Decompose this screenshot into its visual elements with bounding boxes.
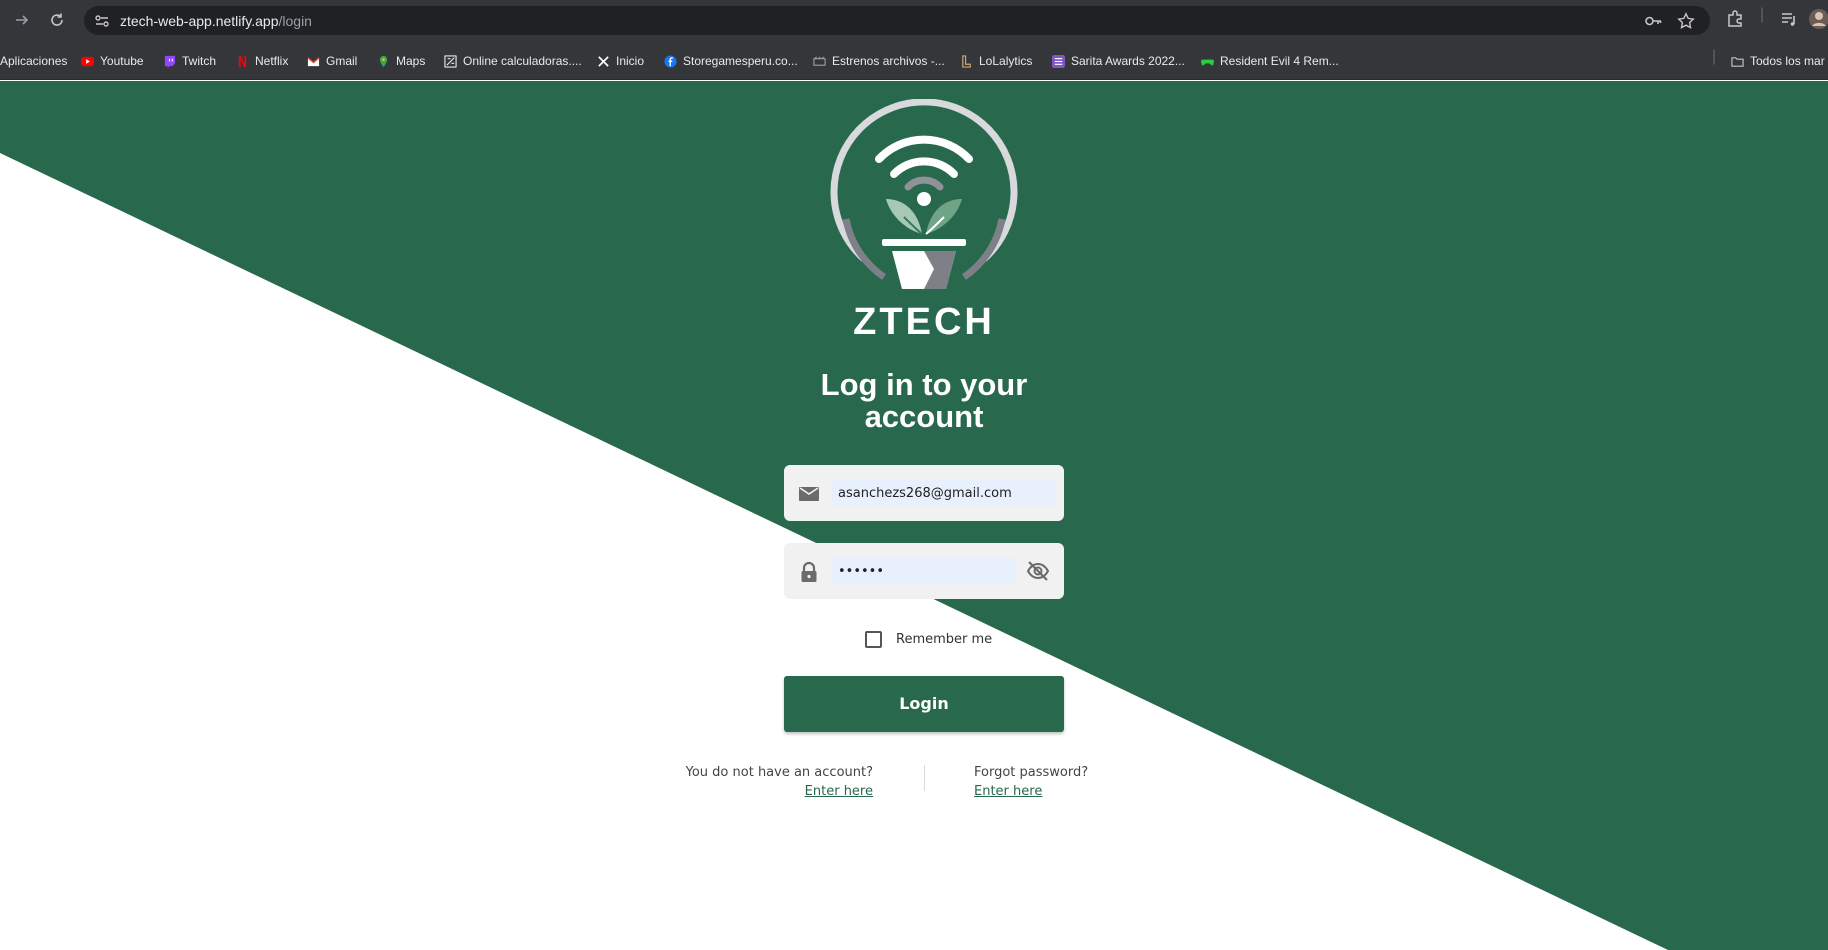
forgot-password-prompt: Forgot password? Enter here [974,763,1174,801]
bookmark-resident-evil[interactable]: Resident Evil 4 Rem... [1201,52,1339,70]
maps-pin-icon [379,55,388,67]
lolalytics-icon [962,54,971,68]
password-key-icon[interactable] [1644,12,1662,34]
gmail-icon [307,56,320,66]
extensions-icon[interactable] [1726,10,1744,33]
signup-prompt: You do not have an account? Enter here [660,763,873,801]
bookmark-star-icon[interactable] [1677,12,1695,34]
bookmark-inicio[interactable]: Inicio [597,52,644,70]
bookmarks-bar: Aplicaciones Youtube Twitch Netflix Gmai… [0,40,1828,80]
bookmark-youtube[interactable]: Youtube [81,52,144,70]
login-page: ZTECH Log in to your account Remember me… [0,81,1828,950]
bookmark-calculadoras[interactable]: Online calculadoras.... [444,52,582,70]
bookmark-lolalytics[interactable]: LoLalytics [960,52,1032,70]
site-info-icon[interactable] [94,13,110,29]
profile-avatar[interactable] [1808,8,1828,35]
forward-icon[interactable] [10,8,34,32]
lock-icon [798,561,820,583]
ztech-logo-icon [830,99,1018,289]
remember-me-checkbox[interactable] [865,631,882,648]
bookmark-storegames[interactable]: Storegamesperu.co... [664,52,798,70]
netflix-icon [238,55,247,67]
toolbar-divider: | [1760,6,1765,23]
remember-me[interactable]: Remember me [865,631,992,648]
bookmark-twitch[interactable]: Twitch [163,52,216,70]
links-divider [924,765,925,791]
bookmarks-divider: | [1712,48,1717,65]
email-field[interactable] [784,465,1064,521]
email-input[interactable] [832,480,1056,506]
film-icon [813,55,826,66]
bookmark-apps[interactable]: Aplicaciones [0,52,67,70]
url-text: ztech-web-app.netlify.app/login [120,13,312,29]
forgot-password-text: Forgot password? [974,765,1089,780]
bookmark-estrenos[interactable]: Estrenos archivos -... [813,52,945,70]
mail-icon [798,483,820,505]
bookmark-netflix[interactable]: Netflix [236,52,288,70]
password-field[interactable] [784,543,1064,599]
browser-toolbar: ztech-web-app.netlify.app/login | [0,0,1828,40]
login-button[interactable]: Login [784,676,1064,732]
all-bookmarks-folder[interactable]: Todos los mar [1731,52,1825,70]
folder-icon [1731,56,1744,67]
bookmark-sarita[interactable]: Sarita Awards 2022... [1052,52,1185,70]
brand-name: ZTECH [853,301,995,343]
address-bar[interactable]: ztech-web-app.netlify.app/login [84,6,1710,35]
remember-me-label: Remember me [896,632,993,647]
x-logo-icon [598,55,609,67]
gamepad-icon [1201,59,1214,65]
forgot-password-link[interactable]: Enter here [974,784,1042,799]
no-account-text: You do not have an account? [685,765,873,780]
bookmark-gmail[interactable]: Gmail [307,52,357,70]
bookmark-maps[interactable]: Maps [377,52,425,70]
list-icon [1052,54,1065,68]
page-title: Log in to your account [820,367,1028,434]
youtube-icon [81,56,94,66]
reload-icon[interactable] [45,8,69,32]
twitch-icon [164,55,176,68]
toggle-password-visibility-icon[interactable] [1026,559,1050,583]
reading-list-icon[interactable] [1780,10,1798,33]
calculator-icon [444,54,457,68]
signup-link[interactable]: Enter here [805,784,873,799]
facebook-icon [664,54,677,68]
password-input[interactable] [832,558,1016,584]
